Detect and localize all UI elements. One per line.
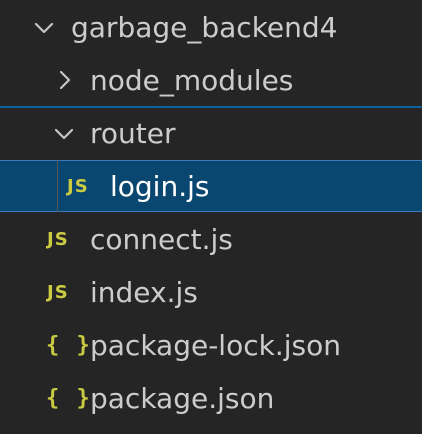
json-file-icon: { }: [46, 386, 92, 411]
tree-item-package-lock-json[interactable]: { } package-lock.json: [0, 320, 422, 372]
tree-item-label: package-lock.json: [90, 329, 341, 362]
tree-item-package-json[interactable]: { } package.json: [0, 373, 422, 425]
tree-item-label: login.js: [110, 170, 210, 203]
chevron-right-icon[interactable]: [52, 55, 76, 107]
chevron-down-icon[interactable]: [52, 108, 76, 160]
tree-item-label: package.json: [90, 382, 275, 415]
tree-item-label: router: [90, 117, 176, 150]
chevron-down-icon[interactable]: [32, 2, 56, 54]
tree-item-label: node_modules: [90, 64, 294, 97]
tree-item-router[interactable]: router: [0, 108, 422, 160]
javascript-file-icon: JS: [47, 282, 69, 303]
tree-item-root-folder[interactable]: garbage_backend4: [0, 2, 422, 54]
javascript-file-icon: JS: [67, 176, 89, 197]
tree-item-index-js[interactable]: JS index.js: [0, 267, 422, 319]
tree-item-label: garbage_backend4: [71, 11, 338, 44]
json-file-icon: { }: [46, 333, 92, 358]
file-explorer-tree: garbage_backend4 node_modules router JS …: [0, 0, 422, 434]
indent-guide: [57, 160, 58, 212]
javascript-file-icon: JS: [47, 229, 69, 250]
tree-item-label: connect.js: [90, 223, 233, 256]
tree-item-connect-js[interactable]: JS connect.js: [0, 214, 422, 266]
tree-item-node-modules[interactable]: node_modules: [0, 55, 422, 107]
tree-item-login-js[interactable]: JS login.js: [0, 160, 422, 212]
tree-item-label: index.js: [90, 276, 198, 309]
